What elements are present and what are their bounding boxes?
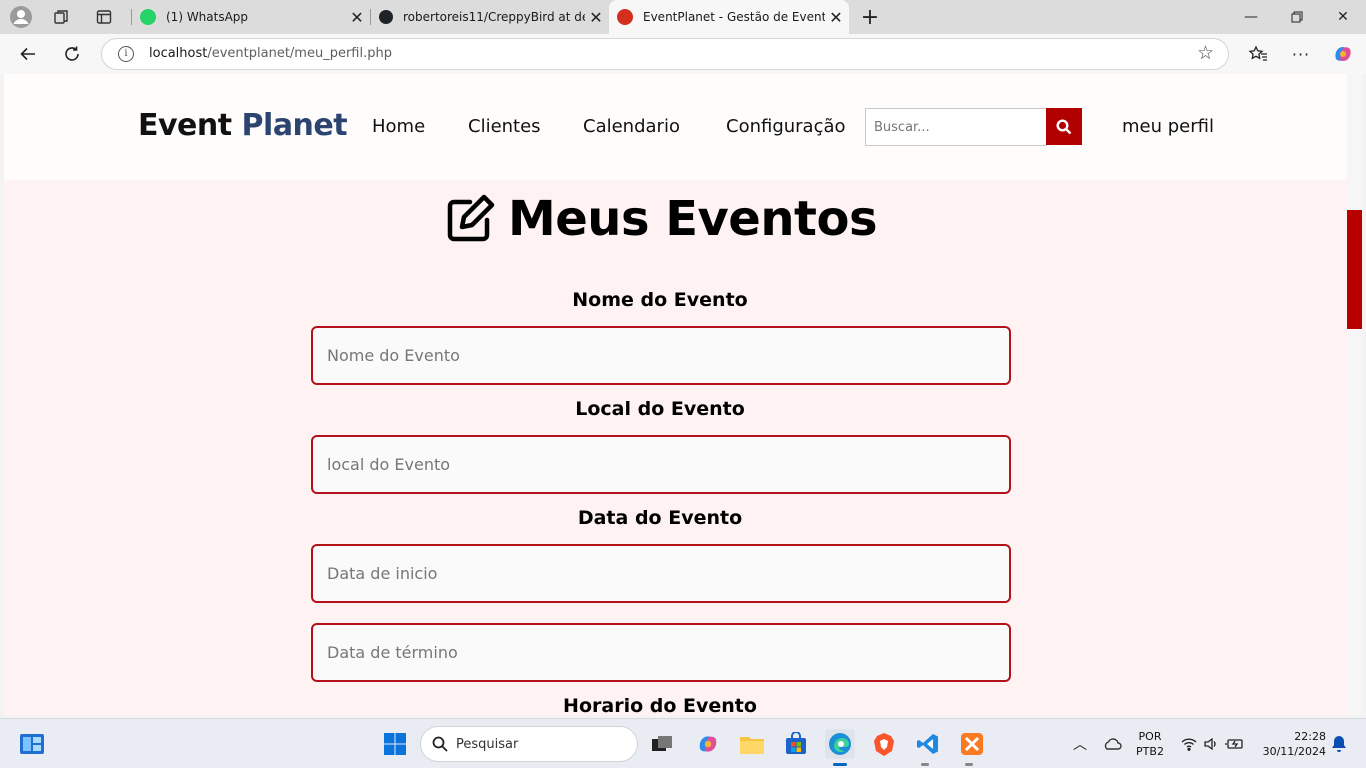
favorite-star-icon[interactable]: ☆ bbox=[1197, 42, 1214, 64]
close-window-icon[interactable]: ✕ bbox=[1320, 0, 1366, 34]
start-date-input[interactable] bbox=[311, 544, 1011, 603]
page-scrollbar[interactable] bbox=[1347, 74, 1362, 716]
search-icon bbox=[432, 736, 448, 752]
whatsapp-icon bbox=[140, 9, 156, 25]
back-icon[interactable] bbox=[13, 39, 43, 69]
refresh-icon[interactable] bbox=[57, 39, 87, 69]
nav-meu-perfil[interactable]: meu perfil bbox=[1122, 116, 1214, 137]
microsoft-store-icon[interactable] bbox=[781, 729, 811, 759]
tab-eventplanet[interactable]: EventPlanet - Gestão de Eventos I ✕ bbox=[609, 0, 849, 34]
running-app-indicator bbox=[965, 763, 973, 766]
close-icon[interactable]: ✕ bbox=[346, 6, 368, 28]
widgets-icon[interactable] bbox=[17, 729, 47, 759]
logo-text-event: Event bbox=[138, 108, 232, 143]
vertical-tabs-icon[interactable] bbox=[92, 5, 116, 29]
new-tab-icon[interactable]: + bbox=[858, 5, 882, 30]
url-text: localhost/eventplanet/meu_perfil.php bbox=[149, 46, 392, 61]
close-icon[interactable]: ✕ bbox=[585, 6, 607, 28]
event-location-label: Local do Evento bbox=[575, 398, 745, 420]
windows-start-icon[interactable] bbox=[380, 729, 410, 759]
nav-home[interactable]: Home bbox=[372, 116, 425, 137]
page-heading: Meus Eventos bbox=[507, 191, 878, 247]
taskbar-search-label: Pesquisar bbox=[456, 736, 519, 752]
copilot-taskbar-icon[interactable] bbox=[693, 729, 723, 759]
search-input[interactable] bbox=[865, 108, 1047, 146]
event-time-label: Horario do Evento bbox=[563, 695, 757, 716]
brave-icon[interactable] bbox=[869, 729, 899, 759]
taskbar-search[interactable]: Pesquisar bbox=[420, 726, 638, 762]
vscode-icon[interactable] bbox=[913, 729, 943, 759]
tab-title: EventPlanet - Gestão de Eventos I bbox=[643, 10, 825, 24]
info-icon[interactable]: i bbox=[118, 46, 134, 62]
event-name-label: Nome do Evento bbox=[572, 289, 748, 311]
eventplanet-icon bbox=[617, 9, 633, 25]
minimize-icon[interactable]: — bbox=[1228, 0, 1274, 34]
tab-whatsapp[interactable]: (1) WhatsApp ✕ bbox=[132, 0, 370, 34]
onedrive-icon[interactable] bbox=[1097, 729, 1127, 759]
tab-title: (1) WhatsApp bbox=[166, 10, 249, 24]
show-hidden-icons-icon[interactable]: ︿ bbox=[1065, 729, 1095, 759]
language-code: POR bbox=[1138, 730, 1162, 743]
file-explorer-icon[interactable] bbox=[737, 729, 767, 759]
scrollbar-thumb[interactable] bbox=[1347, 210, 1362, 329]
tab-github[interactable]: robertoreis11/CreppyBird at deve ✕ bbox=[371, 0, 609, 34]
profile-icon[interactable] bbox=[9, 5, 33, 29]
edit-icon bbox=[447, 194, 495, 242]
taskbar: Pesquisar ︿ POR PTB2 22:28 30/11/2024 bbox=[0, 718, 1366, 768]
clock-date: 30/11/2024 bbox=[1262, 745, 1326, 758]
battery-icon[interactable] bbox=[1220, 729, 1250, 759]
close-icon[interactable]: ✕ bbox=[825, 6, 847, 28]
url-path: /eventplanet/meu_perfil.php bbox=[207, 46, 392, 61]
running-app-indicator bbox=[921, 763, 929, 766]
browser-toolbar: i localhost/eventplanet/meu_perfil.php ☆… bbox=[0, 34, 1366, 74]
event-name-input[interactable] bbox=[311, 326, 1011, 385]
keyboard-layout: PTB2 bbox=[1136, 745, 1164, 758]
end-date-input[interactable] bbox=[311, 623, 1011, 682]
nav-configuracao[interactable]: Configuração bbox=[726, 116, 846, 137]
keyboard-language[interactable]: POR PTB2 bbox=[1133, 730, 1167, 758]
workspaces-icon[interactable] bbox=[50, 5, 74, 29]
restore-icon[interactable] bbox=[1274, 0, 1320, 34]
search-icon bbox=[1056, 118, 1072, 134]
active-app-indicator bbox=[833, 763, 847, 766]
page-viewport: Event Planet Home Clientes Calendario Co… bbox=[4, 74, 1347, 716]
nav-calendario[interactable]: Calendario bbox=[583, 116, 680, 137]
search-button[interactable] bbox=[1046, 108, 1082, 145]
site-header: Event Planet Home Clientes Calendario Co… bbox=[4, 74, 1347, 180]
nav-clientes[interactable]: Clientes bbox=[468, 116, 541, 137]
github-icon bbox=[379, 10, 393, 24]
task-view-icon[interactable] bbox=[647, 729, 677, 759]
site-logo[interactable]: Event Planet bbox=[138, 108, 348, 143]
copilot-icon[interactable] bbox=[1328, 39, 1358, 69]
address-bar[interactable]: i localhost/eventplanet/meu_perfil.php ☆ bbox=[101, 38, 1229, 70]
notification-bell-icon[interactable] bbox=[1324, 729, 1354, 759]
more-menu-icon[interactable]: ··· bbox=[1286, 39, 1316, 69]
clock[interactable]: 22:28 30/11/2024 bbox=[1256, 730, 1326, 758]
event-location-input[interactable] bbox=[311, 435, 1011, 494]
edge-browser-icon[interactable] bbox=[825, 729, 855, 759]
browser-tab-strip: (1) WhatsApp ✕ robertoreis11/CreppyBird … bbox=[0, 0, 1366, 34]
logo-text-planet: Planet bbox=[241, 108, 348, 143]
clock-time: 22:28 bbox=[1294, 730, 1326, 743]
favorites-icon[interactable] bbox=[1243, 39, 1273, 69]
tab-title: robertoreis11/CreppyBird at deve bbox=[403, 10, 585, 24]
event-date-label: Data do Evento bbox=[577, 507, 743, 529]
url-host: localhost bbox=[149, 46, 208, 61]
xampp-icon[interactable] bbox=[957, 729, 987, 759]
page-title: Meus Eventos bbox=[4, 184, 1317, 254]
